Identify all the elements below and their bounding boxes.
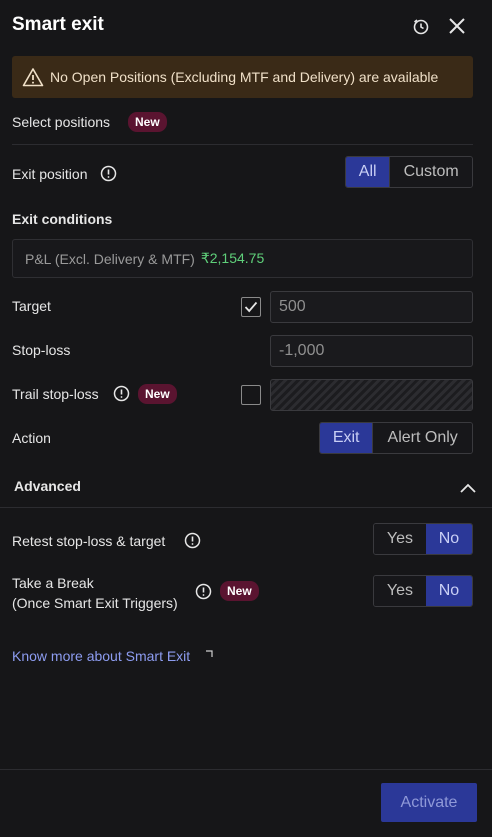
stop-loss-input[interactable]: -1,000 [270,335,473,367]
history-icon[interactable] [410,15,432,37]
take-break-sublabel: (Once Smart Exit Triggers) [12,595,178,611]
trail-stop-loss-input-disabled [270,379,473,411]
exit-conditions-heading: Exit conditions [12,211,113,227]
pnl-display: P&L (Excl. Delivery & MTF) ₹2,154.75 [12,239,473,278]
pnl-value: ₹2,154.75 [200,250,265,266]
pnl-label: P&L (Excl. Delivery & MTF) [25,250,195,267]
divider [12,144,473,145]
action-label: Action [12,430,51,446]
warning-text: No Open Positions (Excluding MTF and Del… [50,69,439,85]
retest-yes-option[interactable]: Yes [374,524,426,554]
select-positions-label: Select positions [12,114,111,130]
take-break-toggle[interactable]: Yes No [373,575,473,607]
action-toggle[interactable]: Exit Alert Only [319,422,473,454]
target-label: Target [12,298,51,314]
new-badge: New [220,581,259,601]
action-exit-option[interactable]: Exit [320,423,373,453]
take-break-yes-option[interactable]: Yes [374,576,426,606]
exit-position-toggle[interactable]: All Custom [345,156,473,188]
footer-divider [0,769,492,770]
divider [0,507,492,508]
no-positions-warning: No Open Positions (Excluding MTF and Del… [12,56,473,98]
exit-position-custom-option[interactable]: Custom [389,157,472,187]
activate-button[interactable]: Activate [381,783,477,822]
info-icon[interactable] [195,583,212,600]
info-icon[interactable] [113,385,130,402]
external-link-icon[interactable] [205,645,213,657]
retest-toggle[interactable]: Yes No [373,523,473,555]
new-badge: New [138,384,177,404]
info-icon[interactable] [100,165,117,182]
close-icon[interactable] [446,15,468,37]
trail-stop-loss-checkbox[interactable] [241,385,261,405]
exit-position-all-option[interactable]: All [346,157,390,187]
stop-loss-label: Stop-loss [12,342,71,358]
panel-title: Smart exit [12,14,104,35]
take-break-label: Take a Break [12,575,94,591]
trail-stop-loss-label: Trail stop-loss [12,386,99,402]
retest-no-option[interactable]: No [425,524,472,554]
checkmark-icon [244,301,258,313]
action-alert-only-option[interactable]: Alert Only [372,423,472,453]
know-more-link[interactable]: Know more about Smart Exit [12,648,190,664]
new-badge: New [128,112,167,132]
retest-label: Retest stop-loss & target [12,533,166,549]
know-more-text[interactable]: Know more about Smart Exit [12,648,190,664]
warning-triangle-icon [22,68,44,87]
advanced-heading[interactable]: Advanced [14,478,81,494]
info-icon[interactable] [184,532,201,549]
target-input[interactable]: 500 [270,291,473,323]
take-break-no-option[interactable]: No [425,576,472,606]
chevron-up-icon[interactable] [459,481,477,493]
target-checkbox[interactable] [241,297,261,317]
exit-position-label: Exit position [12,166,88,182]
